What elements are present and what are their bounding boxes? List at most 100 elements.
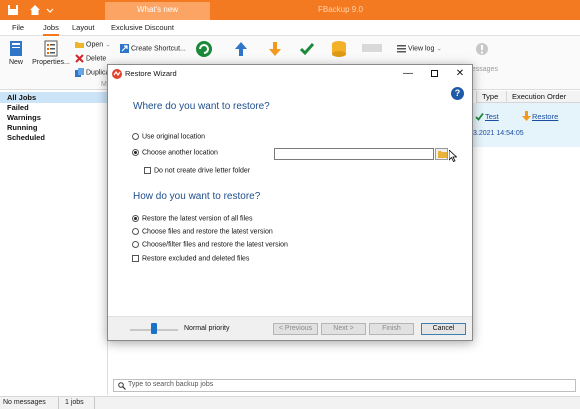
app-titlebar: What's new FBackup 9.0 [0, 0, 580, 20]
create-shortcut-label: Create Shortcut... [131, 45, 186, 53]
use-original-location-option[interactable]: Use original location [132, 133, 205, 140]
where-heading: Where do you want to restore? [133, 101, 270, 112]
home-icon[interactable] [29, 4, 41, 16]
table-row[interactable]: Test Restore 3.2021 14:54:05 [470, 103, 580, 147]
new-button[interactable]: New [6, 40, 26, 66]
choose-files-option[interactable]: Choose files and restore the latest vers… [132, 228, 273, 235]
restore-excluded-checkbox[interactable] [132, 255, 139, 262]
priority-slider-thumb[interactable] [151, 323, 157, 334]
choose-files-radio[interactable] [132, 228, 139, 235]
new-label: New [8, 59, 23, 66]
disabled-tool-icon [362, 44, 382, 52]
search-icon [118, 382, 126, 390]
search-placeholder: Type to search backup jobs [128, 381, 214, 388]
job-search-bar[interactable]: Type to search backup jobs [113, 379, 576, 392]
next-button[interactable]: Next > [321, 323, 366, 335]
duplicate-icon [75, 68, 84, 77]
sidebar-item-failed[interactable]: Failed [7, 103, 29, 112]
new-job-icon [10, 41, 22, 56]
choose-another-location-radio[interactable] [132, 149, 139, 156]
browse-folder-button[interactable] [435, 148, 448, 160]
delete-button[interactable]: Delete [75, 54, 106, 63]
save-icon[interactable] [7, 4, 19, 16]
restore-latest-all-label: Restore the latest version of all files [142, 215, 253, 223]
maximize-button[interactable] [422, 65, 446, 83]
sidebar-item-warnings[interactable]: Warnings [7, 113, 41, 122]
choose-another-location-label: Choose another location [142, 149, 218, 157]
log-icon [397, 45, 406, 53]
close-button[interactable]: ✕ [448, 65, 472, 83]
menu-exclusive-discount[interactable]: Exclusive Discount [111, 20, 174, 36]
restore-excluded-option[interactable]: Restore excluded and deleted files [132, 255, 249, 262]
help-icon[interactable]: ? [451, 87, 464, 100]
job-filter-sidebar: All Jobs Failed Warnings Running Schedul… [0, 91, 108, 395]
restore-excluded-label: Restore excluded and deleted files [142, 255, 250, 263]
row-last-run-date: 3.2021 14:54:05 [473, 130, 524, 137]
menu-jobs[interactable]: Jobs [43, 20, 59, 36]
row-execution-order-link[interactable]: Restore [532, 112, 558, 121]
menu-layout[interactable]: Layout [72, 20, 95, 36]
column-header-type[interactable]: Type [476, 91, 506, 103]
choose-another-location-option[interactable]: Choose another location [132, 149, 218, 156]
restore-location-input[interactable] [274, 148, 434, 160]
open-label: Open [86, 41, 104, 49]
use-original-location-radio[interactable] [132, 133, 139, 140]
dialog-titlebar: Restore Wizard — ✕ [108, 65, 472, 83]
priority-label: Normal priority [184, 325, 230, 332]
restore-wizard-dialog: Restore Wizard — ✕ ? Where do you want t… [107, 64, 473, 341]
view-log-button[interactable]: View log ⌄ [397, 44, 442, 53]
cancel-button[interactable]: Cancel [421, 323, 466, 335]
status-jobs-count: 1 jobs [65, 399, 84, 406]
delete-label: Delete [86, 55, 107, 63]
messages-button[interactable]: Messages [465, 42, 499, 73]
dialog-footer: Normal priority < Previous Next > Finish… [108, 316, 472, 340]
choose-files-label: Choose files and restore the latest vers… [142, 228, 273, 236]
view-log-dropdown-icon: ⌄ [436, 45, 443, 53]
no-drive-letter-checkbox[interactable] [144, 167, 151, 174]
row-type-link[interactable]: Test [485, 112, 499, 121]
status-divider [58, 397, 59, 409]
dialog-title: Restore Wizard [125, 69, 177, 78]
open-dropdown-icon: ⌄ [105, 41, 111, 49]
properties-icon [44, 40, 58, 57]
shortcut-icon [120, 44, 129, 53]
column-header-execution-order[interactable]: Execution Order [506, 91, 580, 103]
whats-new-tab[interactable]: What's new [105, 2, 210, 20]
messages-alert-icon [476, 43, 488, 55]
create-shortcut-button[interactable]: Create Shortcut... [120, 44, 186, 53]
open-folder-icon [75, 42, 84, 48]
mouse-cursor-icon [449, 150, 457, 162]
restore-latest-all-radio[interactable] [132, 215, 139, 222]
choose-filter-files-radio[interactable] [132, 241, 139, 248]
sidebar-item-all-jobs[interactable]: All Jobs [7, 93, 36, 102]
menu-file[interactable]: File [12, 20, 24, 36]
choose-filter-files-option[interactable]: Choose/filter files and restore the late… [132, 241, 288, 248]
restore-down-arrow-icon[interactable] [267, 41, 283, 57]
folder-icon [438, 151, 447, 158]
restore-latest-all-option[interactable]: Restore the latest version of all files [132, 215, 253, 222]
status-messages: No messages [3, 399, 46, 406]
minimize-button[interactable]: — [396, 65, 420, 83]
minimize-icon: — [403, 68, 413, 79]
duplicate-button[interactable]: Duplica [75, 68, 109, 77]
view-log-label: View log [408, 45, 435, 53]
properties-button[interactable]: Properties... [32, 40, 70, 66]
quick-access-dropdown-icon[interactable] [46, 4, 54, 16]
no-drive-letter-option[interactable]: Do not create drive letter folder [144, 167, 250, 174]
storage-coins-icon[interactable] [331, 40, 347, 58]
test-check-icon[interactable] [299, 41, 315, 57]
run-backup-icon[interactable] [195, 40, 213, 58]
finish-button[interactable]: Finish [369, 323, 414, 335]
test-check-icon [475, 112, 484, 121]
maximize-icon [430, 69, 438, 77]
sidebar-item-scheduled[interactable]: Scheduled [7, 133, 45, 142]
status-bar: No messages 1 jobs [0, 396, 580, 409]
previous-button[interactable]: < Previous [273, 323, 318, 335]
restore-arrow-icon [522, 111, 531, 121]
no-drive-letter-label: Do not create drive letter folder [154, 167, 251, 175]
sidebar-item-running[interactable]: Running [7, 123, 37, 132]
open-button[interactable]: Open ⌄ [75, 40, 111, 49]
backup-up-arrow-icon[interactable] [233, 41, 249, 57]
menu-bar: File Jobs Layout Exclusive Discount [0, 20, 580, 36]
duplicate-label: Duplica [86, 69, 110, 77]
